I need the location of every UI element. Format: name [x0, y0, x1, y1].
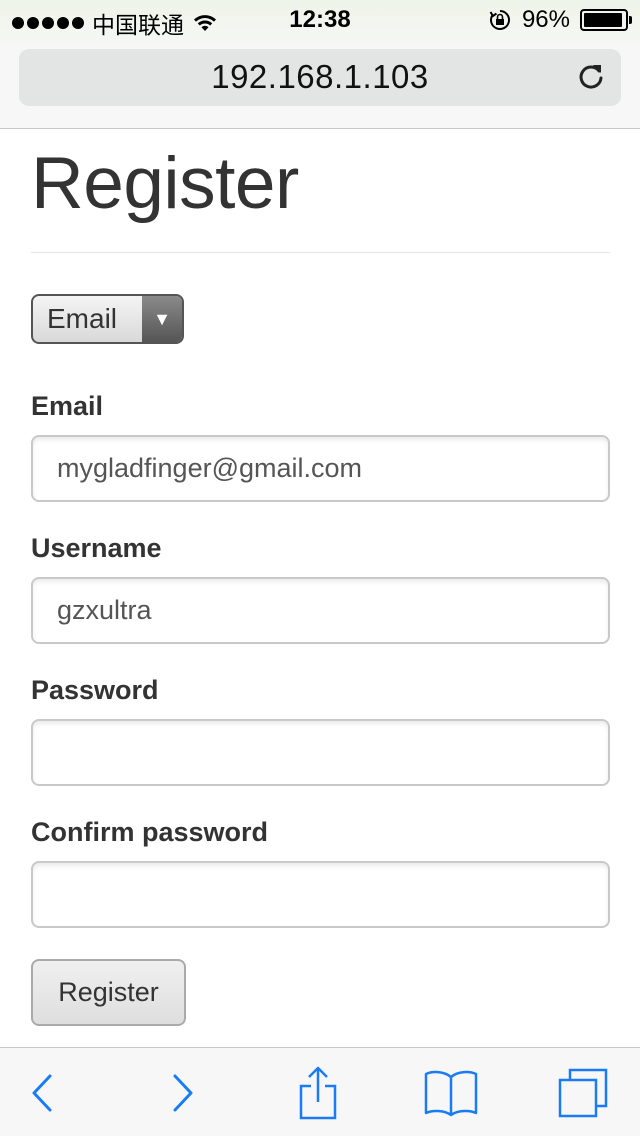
confirm-password-field[interactable] [31, 861, 610, 928]
confirm-password-label: Confirm password [31, 817, 269, 847]
email-label: Email [31, 391, 104, 421]
browser-chrome: 中国联通 12:38 96% 192.168.1.103 [0, 0, 640, 129]
share-icon [299, 1066, 337, 1119]
bookmarks-button[interactable] [411, 1048, 491, 1136]
back-icon [32, 1074, 52, 1111]
email-field[interactable]: mygladfinger@gmail.com [31, 435, 610, 502]
url-text[interactable]: 192.168.1.103 [19, 58, 621, 96]
tabs-button[interactable] [543, 1048, 623, 1136]
share-button[interactable] [278, 1048, 358, 1136]
title-divider [31, 252, 610, 253]
username-label: Username [31, 533, 162, 563]
reload-icon[interactable] [575, 61, 607, 93]
status-bar: 中国联通 12:38 96% [0, 0, 640, 40]
bookmarks-icon [424, 1070, 478, 1116]
page-title: Register [31, 143, 299, 224]
battery-percent: 96% [521, 6, 570, 33]
password-label: Password [31, 675, 159, 705]
tabs-icon [558, 1068, 608, 1117]
battery-fill [584, 13, 623, 27]
register-form: Register Email ▼ Email mygladfinger@gmai… [31, 129, 610, 1026]
rotation-lock-icon [489, 10, 510, 30]
browser-toolbar [0, 1047, 640, 1136]
chevron-down-icon: ▼ [142, 296, 182, 342]
select-value: Email [47, 303, 118, 334]
register-button[interactable]: Register [31, 959, 186, 1026]
username-field[interactable]: gzxultra [31, 577, 610, 644]
password-field[interactable] [31, 719, 610, 786]
battery-icon [580, 9, 632, 31]
status-right: 96% [488, 6, 632, 34]
address-bar[interactable]: 192.168.1.103 [19, 49, 621, 106]
forward-icon [173, 1074, 193, 1111]
login-type-select[interactable]: Email ▼ [31, 294, 184, 344]
forward-button[interactable] [143, 1048, 223, 1136]
back-button[interactable] [2, 1048, 82, 1136]
